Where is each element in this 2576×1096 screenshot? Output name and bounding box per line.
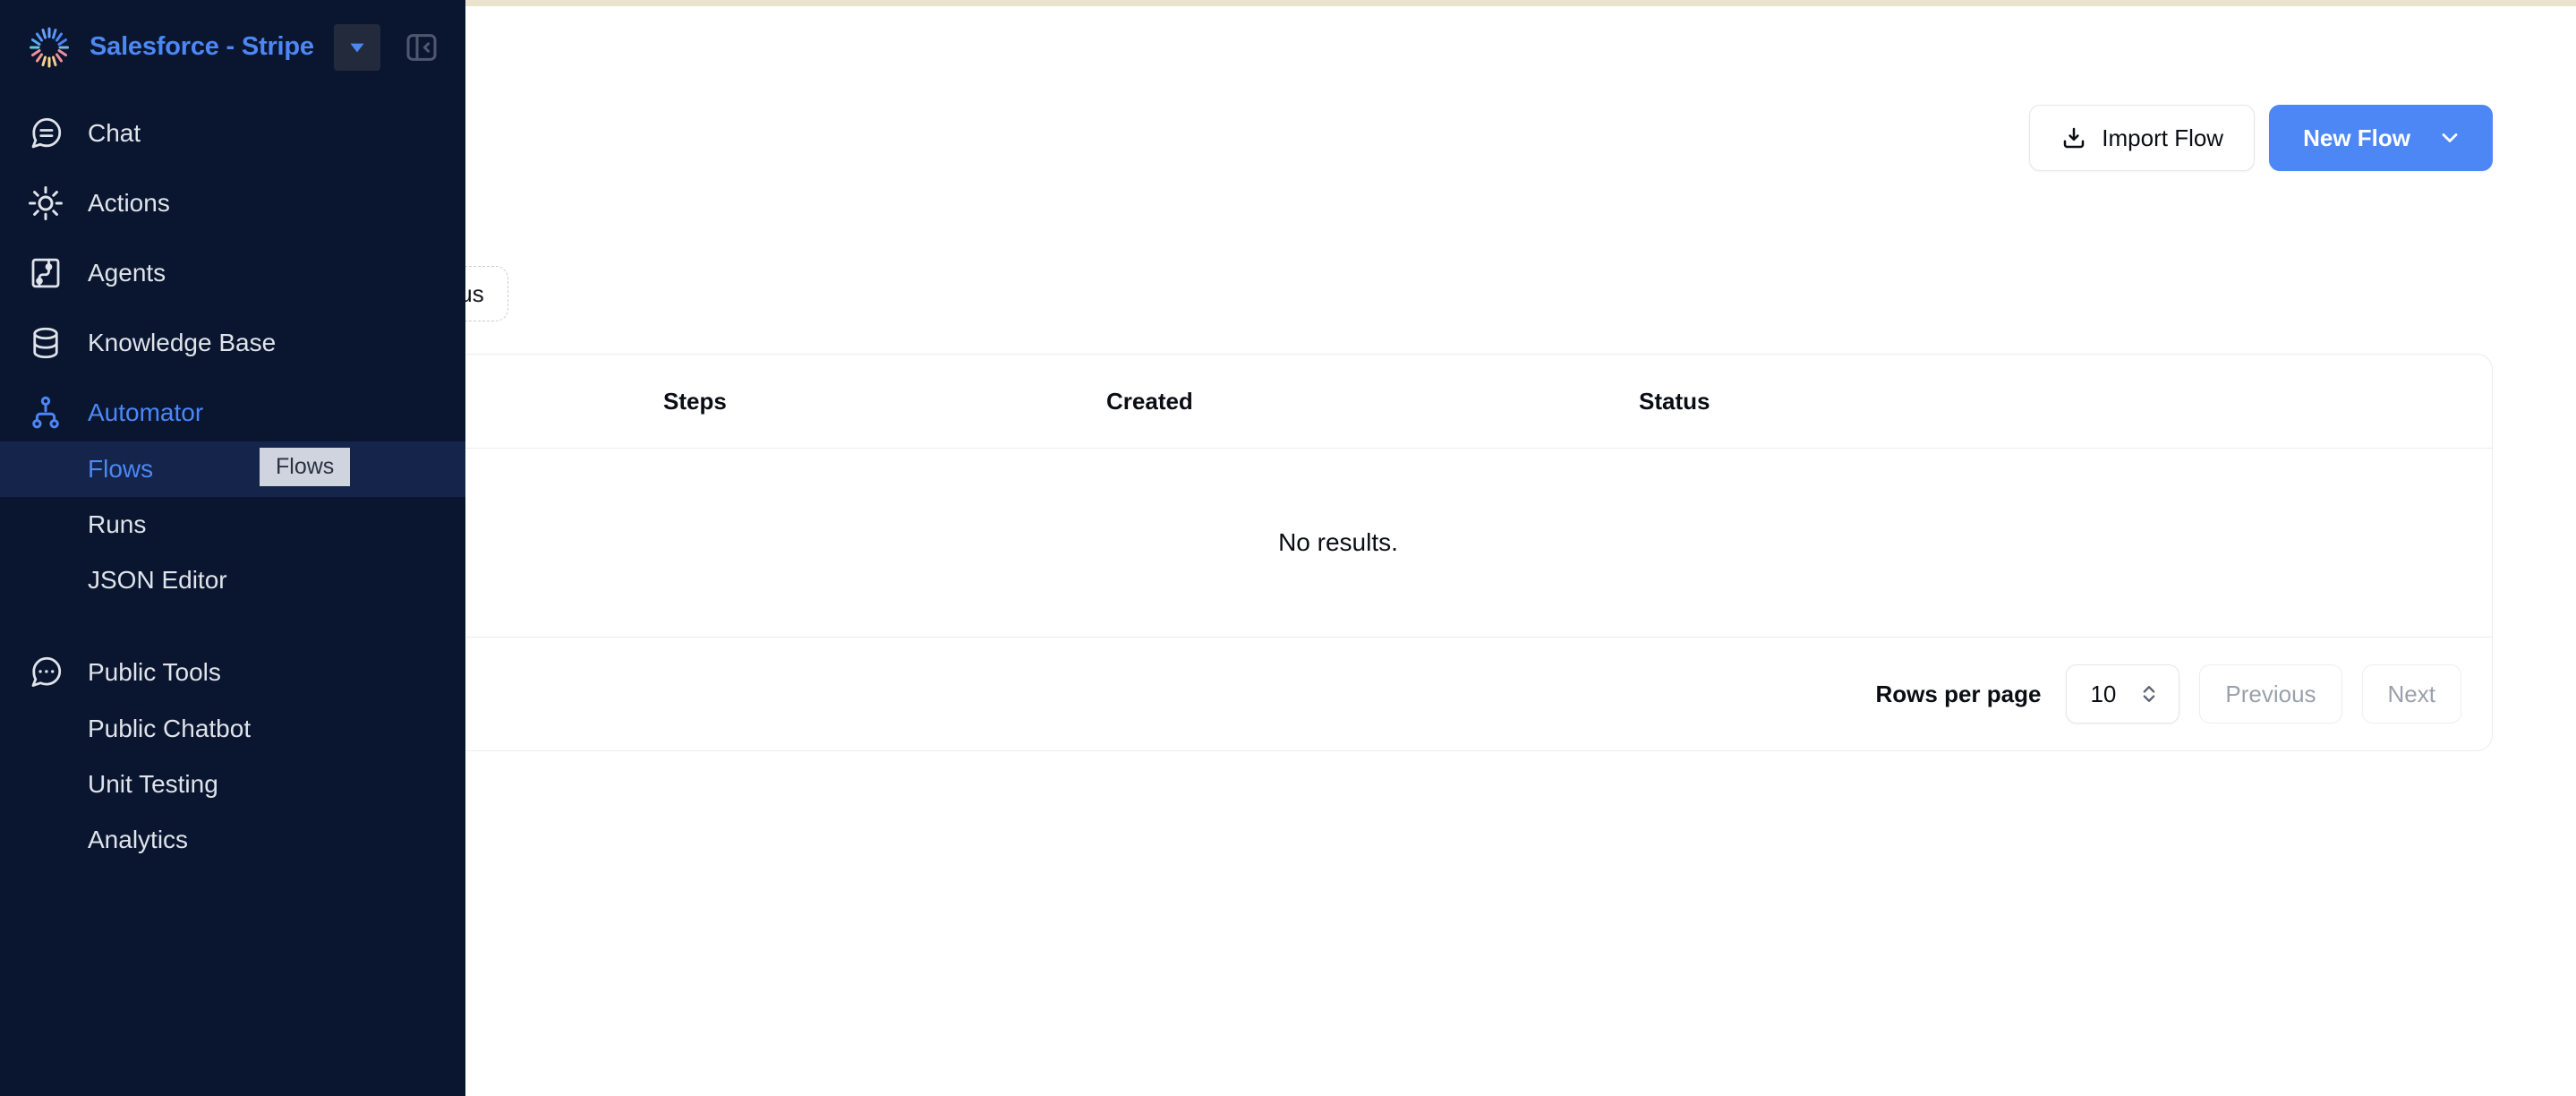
sidebar-item-json-editor[interactable]: JSON Editor: [0, 552, 465, 608]
download-tray-icon: [2060, 124, 2087, 151]
chevron-down-icon: [2437, 125, 2462, 150]
sidebar-item-automator[interactable]: Automator: [0, 384, 465, 441]
app-root: Import Flow New Flow Status Steps Create…: [0, 0, 2576, 1096]
sidebar-item-analytics[interactable]: Analytics: [0, 812, 465, 868]
flows-table-card: Steps Created Status No results. Rows pe…: [183, 354, 2493, 751]
table-body: No results.: [184, 449, 2492, 638]
sidebar-item-label: Automator: [88, 398, 204, 426]
sidebar-subitem-label: Runs: [88, 510, 147, 538]
import-flow-label: Import Flow: [2102, 124, 2224, 151]
sidebar-subitem-label: Analytics: [88, 826, 189, 853]
sidebar-item-flows[interactable]: Flows: [0, 441, 465, 497]
next-page-button[interactable]: Next: [2361, 664, 2461, 724]
rows-per-page-select[interactable]: 10: [2066, 664, 2180, 724]
sidebar-subitem-label: Public Chatbot: [88, 715, 252, 742]
column-header-created[interactable]: Created: [1106, 388, 1639, 415]
flows-tooltip: Flows: [260, 448, 351, 486]
sidebar-item-unit-testing[interactable]: Unit Testing: [0, 757, 465, 812]
previous-page-button[interactable]: Previous: [2199, 664, 2342, 724]
circuit-board-icon: [27, 254, 64, 292]
sidebar-item-label: Chat: [88, 119, 141, 147]
chat-bubble-icon: [27, 115, 64, 152]
sidebar-item-chat[interactable]: Chat: [0, 105, 465, 162]
sidebar-item-public-chatbot[interactable]: Public Chatbot: [0, 701, 465, 757]
sidebar-item-runs[interactable]: Runs: [0, 497, 465, 552]
rows-per-page-value: 10: [2090, 680, 2117, 707]
speech-bubble-dots-icon: [27, 654, 64, 691]
sidebar-item-actions[interactable]: Actions: [0, 175, 465, 232]
gear-sun-icon: [27, 184, 64, 222]
rows-per-page-label: Rows per page: [1875, 680, 2042, 707]
sidebar-item-knowledge-base[interactable]: Knowledge Base: [0, 314, 465, 372]
table-header-row: Steps Created Status: [184, 355, 2492, 449]
column-header-status[interactable]: Status: [1639, 388, 2492, 415]
sidebar: Salesforce - Stripe Chat Actions Agents …: [0, 0, 465, 1096]
sidebar-subitem-label: JSON Editor: [88, 566, 227, 594]
top-accent-strip: [465, 0, 2576, 6]
sidebar-item-agents[interactable]: Agents: [0, 244, 465, 302]
new-flow-button[interactable]: New Flow: [2269, 105, 2493, 171]
new-flow-label: New Flow: [2303, 124, 2410, 151]
sidebar-item-label: Agents: [88, 259, 166, 287]
radial-burst-logo: [27, 25, 72, 70]
database-icon: [27, 324, 64, 362]
panel-collapse-left-icon: [404, 30, 439, 65]
sidebar-subitem-label: Unit Testing: [88, 770, 218, 798]
chevron-up-down-icon: [2139, 682, 2159, 706]
sidebar-nav: Chat Actions Agents Knowledge Base Autom…: [0, 105, 465, 868]
sidebar-item-label: Knowledge Base: [88, 329, 277, 356]
brand-title: Salesforce - Stripe: [90, 32, 314, 61]
node-tree-icon: [27, 394, 64, 432]
sidebar-item-public-tools[interactable]: Public Tools: [0, 644, 465, 701]
empty-state-message: No results.: [1278, 528, 1398, 556]
table-footer: Rows per page 10 Previous Next: [184, 638, 2492, 750]
import-flow-button[interactable]: Import Flow: [2029, 105, 2256, 171]
sidebar-collapse-button[interactable]: [400, 26, 443, 69]
page-toolbar: Import Flow New Flow: [2029, 105, 2493, 171]
sidebar-item-label: Public Tools: [88, 658, 221, 686]
caret-down-icon: [345, 36, 369, 59]
sidebar-item-label: Actions: [88, 189, 170, 217]
sidebar-header: Salesforce - Stripe: [0, 0, 465, 94]
column-header-steps[interactable]: Steps: [663, 388, 1106, 415]
sidebar-subitem-label: Flows: [88, 455, 154, 483]
workspace-dropdown-button[interactable]: [333, 23, 380, 71]
